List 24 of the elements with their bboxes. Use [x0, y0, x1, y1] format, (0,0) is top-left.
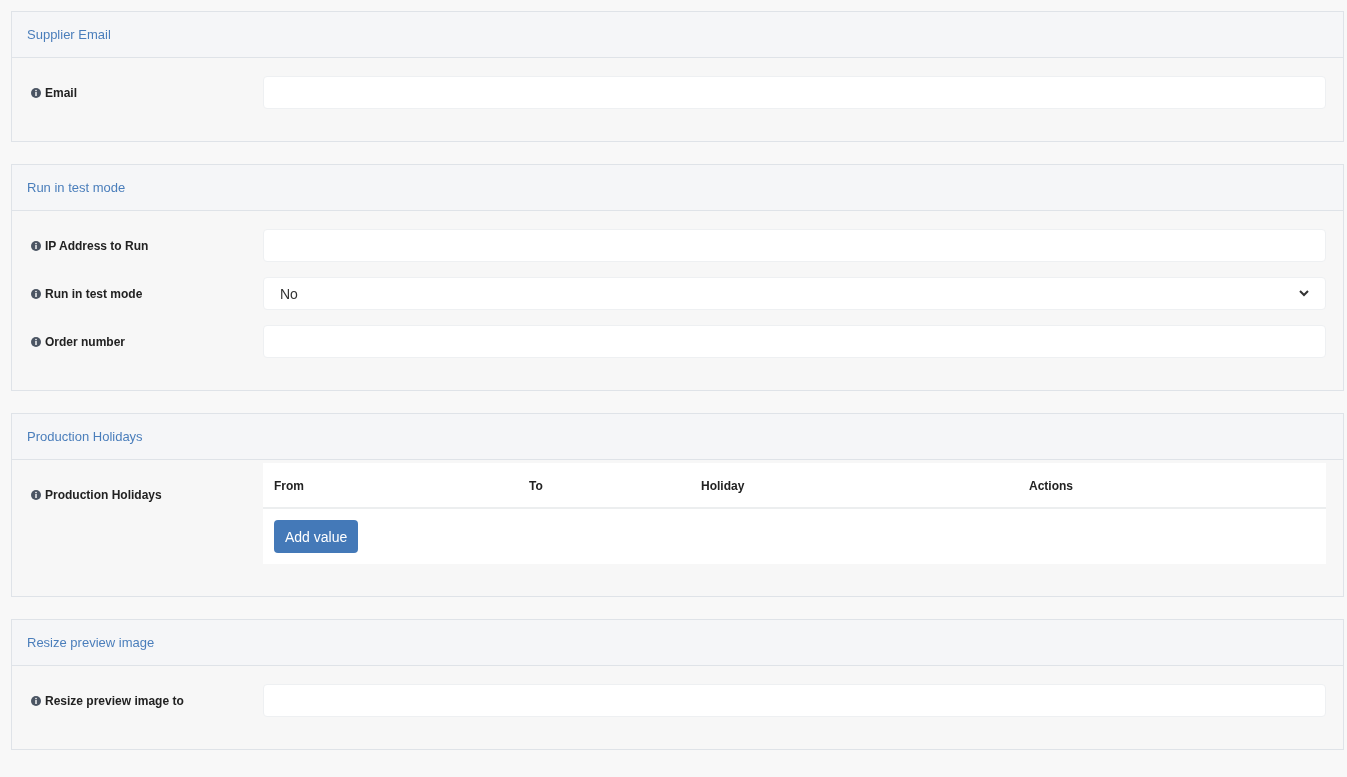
chevron-down-icon — [1299, 290, 1309, 297]
field-label: Order number — [45, 333, 125, 350]
section-title: Resize preview image — [27, 633, 155, 652]
add-value-button[interactable]: Add value — [274, 520, 359, 553]
select-value: No — [280, 284, 298, 304]
column-header: To — [529, 479, 543, 493]
column-header: Holiday — [701, 479, 745, 493]
info-icon — [31, 336, 41, 347]
column-header: Actions — [1029, 479, 1073, 493]
info-icon — [31, 240, 41, 251]
info-icon — [31, 489, 41, 500]
field-label: Production Holidays — [45, 486, 162, 503]
field-label: Run in test mode — [45, 285, 143, 302]
section-title: Run in test mode — [27, 178, 126, 197]
info-icon — [31, 87, 41, 98]
section-title: Supplier Email — [27, 25, 111, 44]
info-icon — [31, 695, 41, 706]
field-label: Email — [45, 84, 77, 101]
field-label: IP Address to Run — [45, 237, 149, 254]
field-label: Resize preview image to — [45, 692, 184, 709]
column-header: From — [274, 479, 304, 493]
info-icon — [31, 288, 41, 299]
section-title: Production Holidays — [27, 427, 143, 446]
select-field[interactable]: No — [263, 277, 1326, 310]
